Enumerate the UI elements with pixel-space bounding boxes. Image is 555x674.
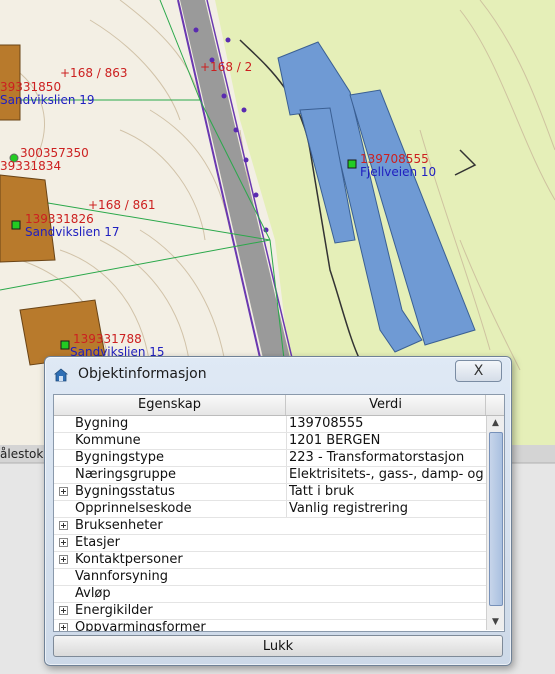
table-row[interactable]: Avløp <box>54 586 486 603</box>
expand-plus-icon[interactable] <box>59 623 68 631</box>
building-number-label: 139331826 <box>25 212 94 226</box>
grid-header: Egenskap Verdi <box>54 395 504 416</box>
property-name: Næringsgruppe <box>75 467 177 482</box>
parcel-label: +168 / 2 <box>200 60 253 74</box>
property-grid: Egenskap Verdi Bygning 139708555 Kommune 12… <box>53 394 505 632</box>
parcel-label: +168 / 861 <box>88 198 156 212</box>
table-row[interactable]: Bygningstype 223 - Transformatorstasjon <box>54 450 486 467</box>
property-name: Opprinnelseskode <box>75 501 192 516</box>
building-number-label: 139708555 <box>360 152 429 166</box>
property-name: Bygningstype <box>75 450 165 465</box>
expand-plus-icon[interactable] <box>59 606 68 615</box>
property-name: Oppvarmingsformer <box>75 620 206 632</box>
grid-rows: Bygning 139708555 Kommune 1201 BERGEN Bygnin… <box>54 416 486 632</box>
property-name: Bygningsstatus <box>75 484 175 499</box>
property-value: 1201 BERGEN <box>286 433 484 449</box>
property-name: Etasjer <box>75 535 121 550</box>
table-row[interactable]: Kontaktpersoner <box>54 552 486 569</box>
close-button[interactable]: X <box>455 360 502 382</box>
object-info-dialog: Objektinformasjon X Egenskap Verdi Bygni… <box>44 356 512 666</box>
table-row[interactable]: Bruksenheter <box>54 518 486 535</box>
house-icon <box>54 368 68 382</box>
table-row[interactable]: Energikilder <box>54 603 486 620</box>
property-name: Bygning <box>75 416 129 431</box>
table-row[interactable]: Bygningsstatus Tatt i bruk <box>54 484 486 501</box>
property-name: Vannforsyning <box>75 569 169 584</box>
building-number-label: 300357350 <box>20 146 89 160</box>
property-name: Energikilder <box>75 603 153 618</box>
address-label: Sandvikslien 17 <box>25 225 120 239</box>
vertical-scrollbar[interactable]: ▲ ▼ <box>486 416 504 630</box>
map-scale-label: ålestok <box>0 447 44 461</box>
building-number-label: 39331834 <box>0 159 62 173</box>
property-value: Elektrisitets-, gass-, damp- og ... <box>286 467 484 483</box>
property-name: Kontaktpersoner <box>75 552 183 567</box>
dialog-title: Objektinformasjon <box>78 366 207 382</box>
table-row[interactable]: Etasjer <box>54 535 486 552</box>
table-row[interactable]: Vannforsyning <box>54 569 486 586</box>
building-number-label: 39331850 <box>0 80 62 94</box>
table-row[interactable]: Kommune 1201 BERGEN <box>54 433 486 450</box>
property-name: Kommune <box>75 433 141 448</box>
expand-plus-icon[interactable] <box>59 487 68 496</box>
property-name: Bruksenheter <box>75 518 163 533</box>
scroll-thumb[interactable] <box>489 432 503 606</box>
dialog-titlebar[interactable]: Objektinformasjon X <box>45 357 511 389</box>
table-row[interactable]: Næringsgruppe Elektrisitets-, gass-, damp… <box>54 467 486 484</box>
address-label: Sandvikslien 19 <box>0 93 95 107</box>
property-value: Vanlig registrering <box>286 501 484 517</box>
property-value: Tatt i bruk <box>286 484 484 500</box>
close-dialog-button[interactable]: Lukk <box>53 635 503 657</box>
address-label: Fjellveien 10 <box>360 165 437 179</box>
property-name: Avløp <box>75 586 111 601</box>
property-value: 139708555 <box>286 416 484 432</box>
table-row[interactable]: Oppvarmingsformer <box>54 620 486 632</box>
column-header-value[interactable]: Verdi <box>286 395 486 415</box>
table-row[interactable]: Opprinnelseskode Vanlig registrering <box>54 501 486 518</box>
scroll-up-icon[interactable]: ▲ <box>487 416 504 430</box>
property-value: 223 - Transformatorstasjon <box>286 450 484 466</box>
building-number-label: 139331788 <box>73 332 142 346</box>
scroll-down-icon[interactable]: ▼ <box>487 615 504 629</box>
expand-plus-icon[interactable] <box>59 521 68 530</box>
column-header-property[interactable]: Egenskap <box>54 395 286 415</box>
parcel-label: +168 / 863 <box>60 66 128 80</box>
expand-plus-icon[interactable] <box>59 538 68 547</box>
expand-plus-icon[interactable] <box>59 555 68 564</box>
table-row[interactable]: Bygning 139708555 <box>54 416 486 433</box>
